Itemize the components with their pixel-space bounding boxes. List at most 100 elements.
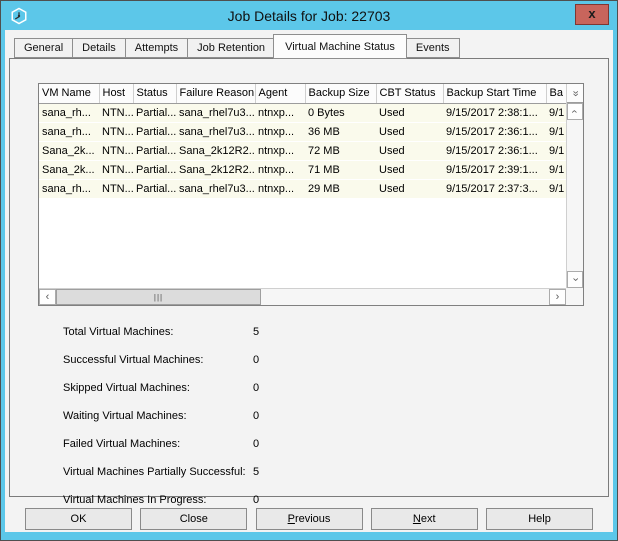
stat-label: Virtual Machines Partially Successful:: [63, 466, 253, 478]
table-cell: ntnxp...: [255, 160, 305, 179]
button-label: OK: [71, 513, 87, 525]
more-columns-button[interactable]: »: [567, 84, 583, 103]
table-cell: 72 MB: [305, 141, 376, 160]
table-cell: NTN...: [99, 141, 133, 160]
stat-row-total-virtual-machines: Total Virtual Machines:5: [63, 318, 293, 346]
column-header-host[interactable]: Host: [99, 84, 133, 103]
table-cell: NTN...: [99, 179, 133, 198]
scroll-right-button[interactable]: ›: [549, 289, 566, 305]
table-cell: 71 MB: [305, 160, 376, 179]
tab-events[interactable]: Events: [406, 38, 460, 58]
window-title: Job Details for Job: 22703: [5, 8, 613, 24]
table-cell: sana_rh...: [39, 179, 99, 198]
column-header-agent[interactable]: Agent: [255, 84, 305, 103]
table-row[interactable]: Sana_2k...NTN...Partial...Sana_2k12R2...…: [39, 160, 566, 179]
thumb-grip-icon: |||: [154, 293, 163, 302]
table-cell: 9/1: [546, 160, 566, 179]
table-row[interactable]: sana_rh...NTN...Partial...sana_rhel7u3..…: [39, 122, 566, 141]
stat-label: Virtual Machines In Progress:: [63, 494, 253, 506]
tab-general[interactable]: General: [14, 38, 72, 58]
stat-row-successful-virtual-machines: Successful Virtual Machines:0: [63, 346, 293, 374]
stat-row-virtual-machines-in-progress: Virtual Machines In Progress:0: [63, 486, 293, 514]
tab-job-retention[interactable]: Job Retention: [187, 38, 274, 58]
column-header-backup-size[interactable]: Backup Size: [305, 84, 376, 103]
table-cell: sana_rhel7u3...: [176, 179, 255, 198]
table-row[interactable]: sana_rh...NTN...Partial...sana_rhel7u3..…: [39, 103, 566, 122]
table-cell: Sana_2k12R2...: [176, 160, 255, 179]
button-label: Next: [413, 513, 436, 525]
table-cell: sana_rhel7u3...: [176, 122, 255, 141]
table-cell: 9/15/2017 2:39:1...: [443, 160, 546, 179]
table-cell: Partial...: [133, 160, 176, 179]
horizontal-scroll-track[interactable]: [261, 289, 549, 305]
table-cell: Partial...: [133, 122, 176, 141]
tab-attempts[interactable]: Attempts: [125, 38, 187, 58]
table-header-row: VM NameHostStatusFailure ReasonAgentBack…: [39, 84, 566, 103]
scrollbar-corner: [566, 288, 583, 305]
table-row[interactable]: sana_rh...NTN...Partial...sana_rhel7u3..…: [39, 179, 566, 198]
button-label: Help: [528, 513, 551, 525]
vertical-scrollbar[interactable]: » › ›: [566, 84, 583, 288]
table-cell: 36 MB: [305, 122, 376, 141]
table-cell: Partial...: [133, 103, 176, 122]
dialog-content: GeneralDetailsAttemptsJob RetentionVirtu…: [5, 30, 613, 532]
tab-virtual-machine-status[interactable]: Virtual Machine Status: [273, 34, 407, 59]
table-cell: 9/15/2017 2:37:3...: [443, 179, 546, 198]
stat-value: 5: [253, 326, 293, 338]
stat-label: Skipped Virtual Machines:: [63, 382, 253, 394]
tab-strip: GeneralDetailsAttemptsJob RetentionVirtu…: [5, 30, 613, 58]
table-cell: Used: [376, 103, 443, 122]
table-cell: Partial...: [133, 141, 176, 160]
vm-table-body: VM NameHostStatusFailure ReasonAgentBack…: [39, 84, 566, 288]
horizontal-scrollbar[interactable]: ‹ ||| ›: [39, 288, 566, 305]
table-row[interactable]: Sana_2k...NTN...Partial...Sana_2k12R2...…: [39, 141, 566, 160]
column-header-status[interactable]: Status: [133, 84, 176, 103]
table-cell: 9/15/2017 2:36:1...: [443, 141, 546, 160]
stat-value: 0: [253, 354, 293, 366]
scroll-left-button[interactable]: ‹: [39, 289, 56, 305]
table-cell: Used: [376, 141, 443, 160]
title-bar: Job Details for Job: 22703 x: [5, 1, 613, 30]
vertical-scroll-track[interactable]: [567, 120, 583, 271]
table-cell: 29 MB: [305, 179, 376, 198]
stat-value: 0: [253, 410, 293, 422]
table-cell: Partial...: [133, 179, 176, 198]
table-cell: 9/1: [546, 179, 566, 198]
button-label: Close: [180, 513, 208, 525]
table-cell: Sana_2k...: [39, 160, 99, 179]
stat-row-virtual-machines-partially-successful: Virtual Machines Partially Successful:5: [63, 458, 293, 486]
tab-details[interactable]: Details: [72, 38, 125, 58]
table-cell: 9/1: [546, 103, 566, 122]
column-header-failure-reason[interactable]: Failure Reason: [176, 84, 255, 103]
column-header-vm-name[interactable]: VM Name: [39, 84, 99, 103]
table-cell: Used: [376, 122, 443, 141]
table-cell: NTN...: [99, 122, 133, 141]
column-header-ba[interactable]: Ba: [546, 84, 566, 103]
stat-row-failed-virtual-machines: Failed Virtual Machines:0: [63, 430, 293, 458]
column-header-cbt-status[interactable]: CBT Status: [376, 84, 443, 103]
vm-statistics: Total Virtual Machines:5Successful Virtu…: [63, 318, 293, 514]
table-cell: 9/15/2017 2:38:1...: [443, 103, 546, 122]
scroll-up-icon: ›: [569, 110, 580, 114]
table-cell: ntnxp...: [255, 179, 305, 198]
scroll-up-button[interactable]: ›: [567, 103, 583, 120]
table-cell: Used: [376, 179, 443, 198]
more-columns-icon: »: [570, 90, 581, 96]
scroll-down-button[interactable]: ›: [567, 271, 583, 288]
close-button[interactable]: x: [575, 4, 609, 25]
horizontal-scroll-thumb[interactable]: |||: [56, 289, 261, 305]
stat-value: 5: [253, 466, 293, 478]
scroll-right-icon: ›: [556, 292, 560, 303]
help-button[interactable]: Help: [486, 508, 593, 530]
scroll-left-icon: ‹: [46, 292, 50, 303]
stat-row-skipped-virtual-machines: Skipped Virtual Machines:0: [63, 374, 293, 402]
table-cell: Sana_2k12R2...: [176, 141, 255, 160]
table-cell: Used: [376, 160, 443, 179]
table-cell: NTN...: [99, 160, 133, 179]
column-header-backup-start-time[interactable]: Backup Start Time: [443, 84, 546, 103]
next-button[interactable]: Next: [371, 508, 478, 530]
table-cell: 0 Bytes: [305, 103, 376, 122]
table-cell: Sana_2k...: [39, 141, 99, 160]
job-details-dialog: Job Details for Job: 22703 x GeneralDeta…: [0, 0, 618, 541]
stat-label: Waiting Virtual Machines:: [63, 410, 253, 422]
